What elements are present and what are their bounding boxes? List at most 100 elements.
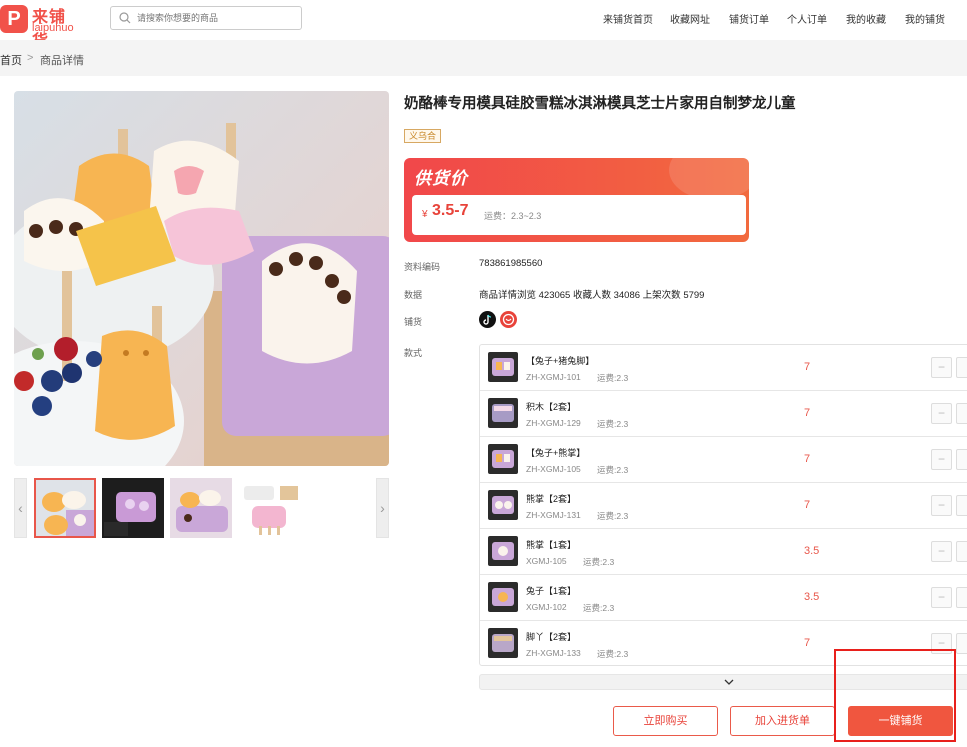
search-box[interactable] xyxy=(110,6,302,30)
stats-label: 数据 xyxy=(404,290,423,300)
thumbnail-strip: ‹ › xyxy=(14,478,389,538)
chevron-down-icon xyxy=(724,679,734,685)
quantity-input[interactable] xyxy=(956,403,967,424)
variant-shipping: 运费:2.3 xyxy=(583,557,615,567)
variant-row[interactable]: 积木【2套】 ZH-XGMJ-129 运费:2.3 7 − xyxy=(480,391,967,437)
quantity-input[interactable] xyxy=(956,587,967,608)
variant-shipping: 运费:2.3 xyxy=(597,511,629,521)
variant-code: ZH-XGMJ-131 xyxy=(526,510,581,520)
shipping-range: 运费：2.3~2.3 xyxy=(484,211,542,221)
quantity-decrease-button[interactable]: − xyxy=(931,403,952,424)
variant-row[interactable]: 熊掌【1套】 XGMJ-105 运费:2.3 3.5 − xyxy=(480,529,967,575)
variant-name: 熊掌【2套】 xyxy=(526,494,577,504)
variant-price: 7 xyxy=(804,499,811,511)
price-box: ¥ 3.5-7 运费：2.3~2.3 xyxy=(412,195,746,235)
variant-shipping: 运费:2.3 xyxy=(597,649,629,659)
variant-list: 【兔子+猪兔脚】 ZH-XGMJ-101 运费:2.3 7 − 积木【2套】 Z… xyxy=(479,344,967,666)
nav-favorites-url[interactable]: 收藏网址 xyxy=(670,11,710,26)
logo-mark-icon: P xyxy=(0,5,28,33)
variant-code: ZH-XGMJ-133 xyxy=(526,648,581,658)
variant-name: 熊掌【1套】 xyxy=(526,540,577,550)
nav-my-collection[interactable]: 我的收藏 xyxy=(846,11,886,26)
variant-shipping: 运费:2.3 xyxy=(583,603,615,613)
xiaohongshu-icon[interactable] xyxy=(500,311,517,328)
variant-price: 7 xyxy=(804,453,811,465)
variant-thumbnail xyxy=(488,444,518,474)
add-to-cart-button[interactable]: 加入进货单 xyxy=(730,706,835,736)
origin-tag: 义乌合 xyxy=(404,129,442,143)
variant-code: XGMJ-105 xyxy=(526,556,567,566)
thumbnail-4[interactable] xyxy=(238,478,300,538)
highlight-box xyxy=(834,649,956,742)
variant-shipping: 运费:2.3 xyxy=(597,373,629,383)
code-value: 783861985560 xyxy=(479,258,543,269)
quantity-decrease-button[interactable]: − xyxy=(931,357,952,378)
price-card-decoration xyxy=(669,158,749,200)
quantity-input[interactable] xyxy=(956,541,967,562)
variant-thumbnail xyxy=(488,490,518,520)
price-card: 供货价 ¥ 3.5-7 运费：2.3~2.3 xyxy=(404,158,749,242)
variant-name: 脚丫【2套】 xyxy=(526,632,577,642)
variant-shipping: 运费:2.3 xyxy=(597,465,629,475)
breadcrumb: 首页 > 商品详情 xyxy=(0,40,967,76)
variant-code: ZH-XGMJ-101 xyxy=(526,372,581,382)
quantity-decrease-button[interactable]: − xyxy=(931,449,952,470)
variant-price: 3.5 xyxy=(804,545,820,557)
variant-row[interactable]: 熊掌【2套】 ZH-XGMJ-131 运费:2.3 7 − xyxy=(480,483,967,529)
variant-name: 【兔子+熊掌】 xyxy=(526,448,586,458)
product-title: 奶酪棒专用模具硅胶雪糕冰淇淋模具芝士片家用自制梦龙儿童 xyxy=(404,96,796,112)
quantity-input[interactable] xyxy=(956,633,967,654)
variant-thumbnail xyxy=(488,352,518,382)
nav-my-distribution[interactable]: 我的铺货 xyxy=(905,11,945,26)
variant-price: 7 xyxy=(804,407,811,419)
nav-distribution-orders[interactable]: 铺货订单 xyxy=(729,11,769,26)
variant-price: 3.5 xyxy=(804,591,820,603)
buy-now-button[interactable]: 立即购买 xyxy=(613,706,718,736)
thumbnail-2[interactable] xyxy=(102,478,164,538)
price-label: 供货价 xyxy=(414,169,468,188)
code-label: 资料编码 xyxy=(404,262,441,272)
variant-row[interactable]: 【兔子+熊掌】 ZH-XGMJ-105 运费:2.3 7 − xyxy=(480,437,967,483)
variant-thumbnail xyxy=(488,582,518,612)
thumbnail-3[interactable] xyxy=(170,478,232,538)
variant-price: 7 xyxy=(804,637,811,649)
variant-code: XGMJ-102 xyxy=(526,602,567,612)
search-input[interactable] xyxy=(137,9,297,27)
brand-logo[interactable]: P 来铺货 laipuhuo xyxy=(0,3,80,50)
variant-thumbnail xyxy=(488,398,518,428)
variant-row[interactable]: 兔子【1套】 XGMJ-102 运费:2.3 3.5 − xyxy=(480,575,967,621)
breadcrumb-current: 商品详情 xyxy=(40,55,84,67)
thumbnail-1[interactable] xyxy=(34,478,96,538)
variant-name: 兔子【1套】 xyxy=(526,586,577,596)
chevron-left-icon[interactable]: ‹ xyxy=(14,478,27,538)
nav-personal-orders[interactable]: 个人订单 xyxy=(787,11,827,26)
quantity-decrease-button[interactable]: − xyxy=(931,541,952,562)
variant-thumbnail xyxy=(488,628,518,658)
variant-shipping: 运费:2.3 xyxy=(597,419,629,429)
nav-home[interactable]: 来铺货首页 xyxy=(603,11,653,26)
variant-price: 7 xyxy=(804,361,811,373)
price-value: 3.5-7 xyxy=(432,202,469,219)
chevron-right-icon[interactable]: › xyxy=(376,478,389,538)
quantity-input[interactable] xyxy=(956,449,967,470)
quantity-decrease-button[interactable]: − xyxy=(931,495,952,516)
breadcrumb-separator: > xyxy=(27,52,34,64)
product-main-image xyxy=(14,91,389,466)
variant-code: ZH-XGMJ-129 xyxy=(526,418,581,428)
variant-row[interactable]: 【兔子+猪兔脚】 ZH-XGMJ-101 运费:2.3 7 − xyxy=(480,345,967,391)
top-header: P 来铺货 laipuhuo 来铺货首页 收藏网址 铺货订单 个人订单 我的收藏… xyxy=(0,0,967,50)
quantity-decrease-button[interactable]: − xyxy=(931,587,952,608)
variant-code: ZH-XGMJ-105 xyxy=(526,464,581,474)
variant-name: 积木【2套】 xyxy=(526,402,577,412)
quantity-input[interactable] xyxy=(956,357,967,378)
douyin-icon[interactable] xyxy=(479,311,496,328)
currency-symbol: ¥ xyxy=(422,209,428,220)
search-icon xyxy=(119,12,131,24)
variant-thumbnail xyxy=(488,536,518,566)
quantity-input[interactable] xyxy=(956,495,967,516)
variant-name: 【兔子+猪兔脚】 xyxy=(526,356,595,366)
style-label: 款式 xyxy=(404,348,423,358)
breadcrumb-home[interactable]: 首页 xyxy=(0,52,22,68)
logo-text-en: laipuhuo xyxy=(32,22,74,34)
stats-value: 商品详情浏览 423065 收藏人数 34086 上架次数 5799 xyxy=(479,290,705,301)
